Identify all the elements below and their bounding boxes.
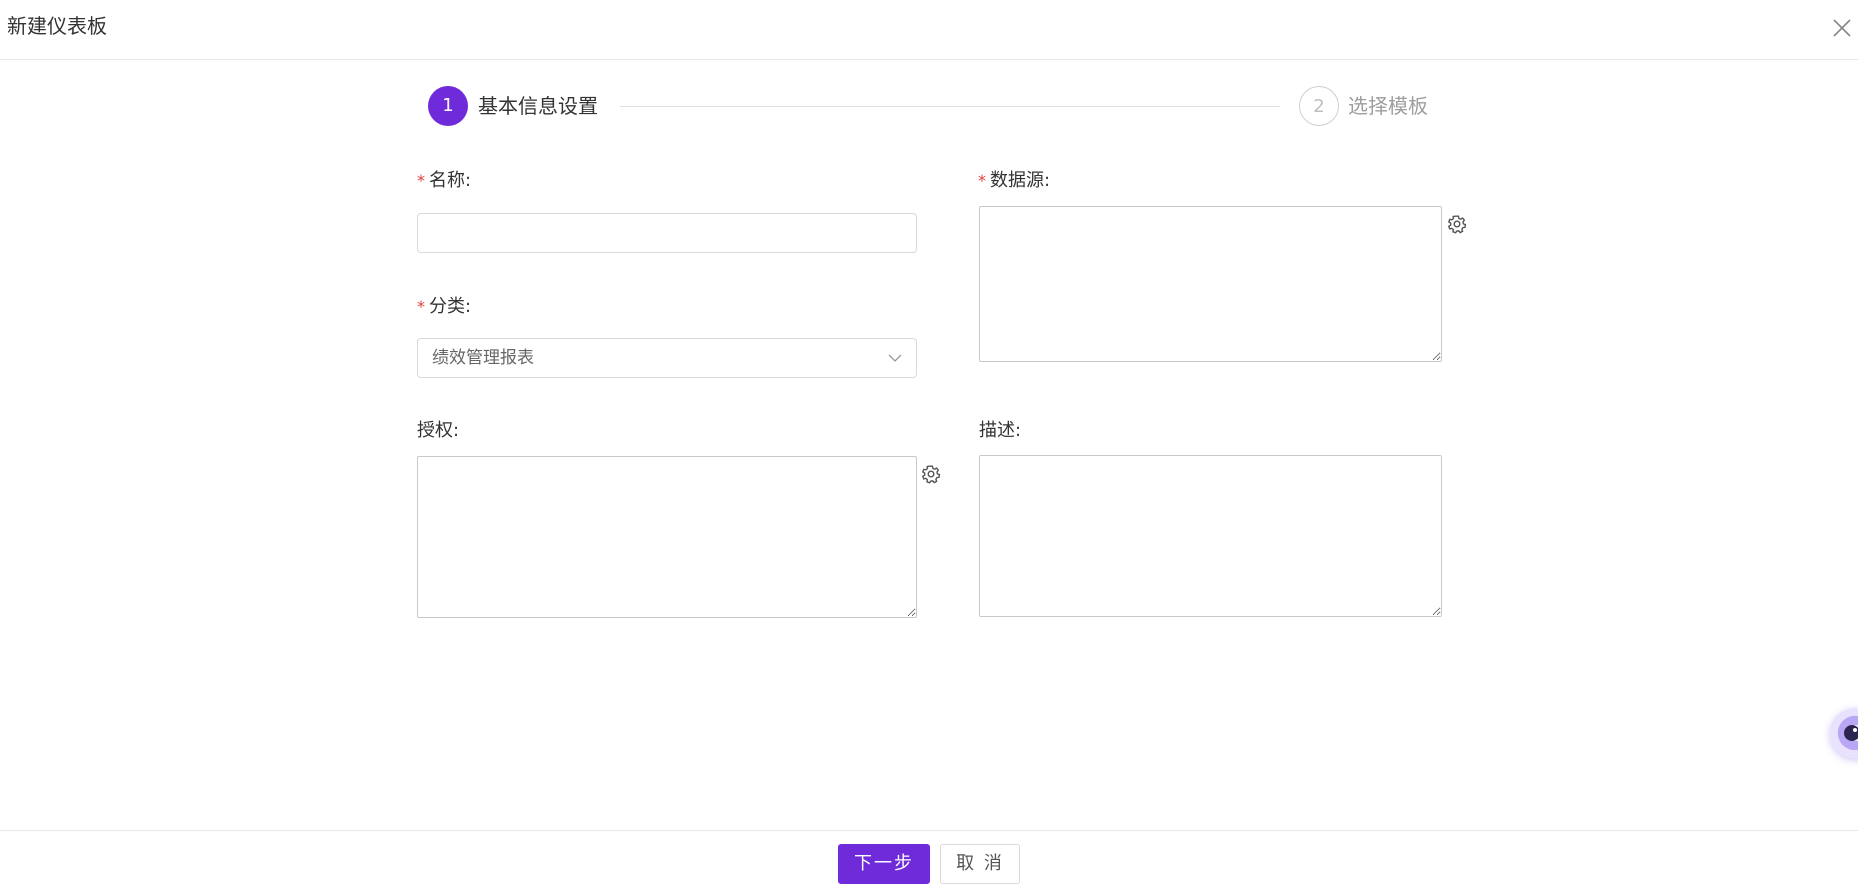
authorization-label-text: 授权: bbox=[417, 420, 460, 441]
assistant-eye-icon bbox=[1844, 725, 1858, 741]
new-dashboard-dialog: 新建仪表板 1 基本信息设置 2 选择模板 * 名称: * 分类: 绩效管理报表 授… bbox=[0, 0, 1858, 888]
steps-indicator: 1 基本信息设置 2 选择模板 bbox=[428, 86, 1430, 128]
required-mark: * bbox=[978, 171, 986, 190]
authorization-textarea[interactable] bbox=[417, 456, 917, 618]
dialog-title: 新建仪表板 bbox=[7, 14, 107, 38]
required-mark: * bbox=[417, 171, 425, 190]
datasource-label: * 数据源: bbox=[978, 169, 1050, 193]
name-label: * 名称: bbox=[417, 169, 471, 193]
dialog-header: 新建仪表板 bbox=[0, 0, 1858, 60]
dialog-footer: 下一步 取 消 bbox=[0, 830, 1858, 888]
description-textarea[interactable] bbox=[979, 455, 1442, 617]
category-select[interactable]: 绩效管理报表 bbox=[417, 338, 917, 378]
authorization-label: 授权: bbox=[417, 419, 459, 443]
name-label-text: 名称: bbox=[429, 170, 472, 191]
chevron-down-icon bbox=[888, 354, 902, 362]
name-input[interactable] bbox=[417, 213, 917, 253]
assistant-float-button[interactable] bbox=[1830, 708, 1858, 758]
close-icon[interactable] bbox=[1830, 16, 1854, 40]
category-selected-value: 绩效管理报表 bbox=[432, 348, 534, 368]
required-mark: * bbox=[417, 297, 425, 316]
gear-icon[interactable] bbox=[1447, 214, 1467, 234]
step-2-number: 2 bbox=[1299, 86, 1339, 126]
description-label-text: 描述: bbox=[979, 420, 1022, 441]
category-label-text: 分类: bbox=[429, 296, 472, 317]
step-connector bbox=[620, 106, 1280, 107]
step-1-number: 1 bbox=[428, 86, 468, 126]
datasource-label-text: 数据源: bbox=[990, 170, 1051, 191]
datasource-textarea[interactable] bbox=[979, 206, 1442, 362]
step-2-label: 选择模板 bbox=[1348, 94, 1428, 118]
description-label: 描述: bbox=[979, 419, 1021, 443]
step-1-label: 基本信息设置 bbox=[478, 94, 598, 118]
category-label: * 分类: bbox=[417, 295, 471, 319]
gear-icon[interactable] bbox=[921, 464, 941, 484]
next-step-button[interactable]: 下一步 bbox=[838, 844, 930, 884]
cancel-button[interactable]: 取 消 bbox=[940, 844, 1020, 884]
